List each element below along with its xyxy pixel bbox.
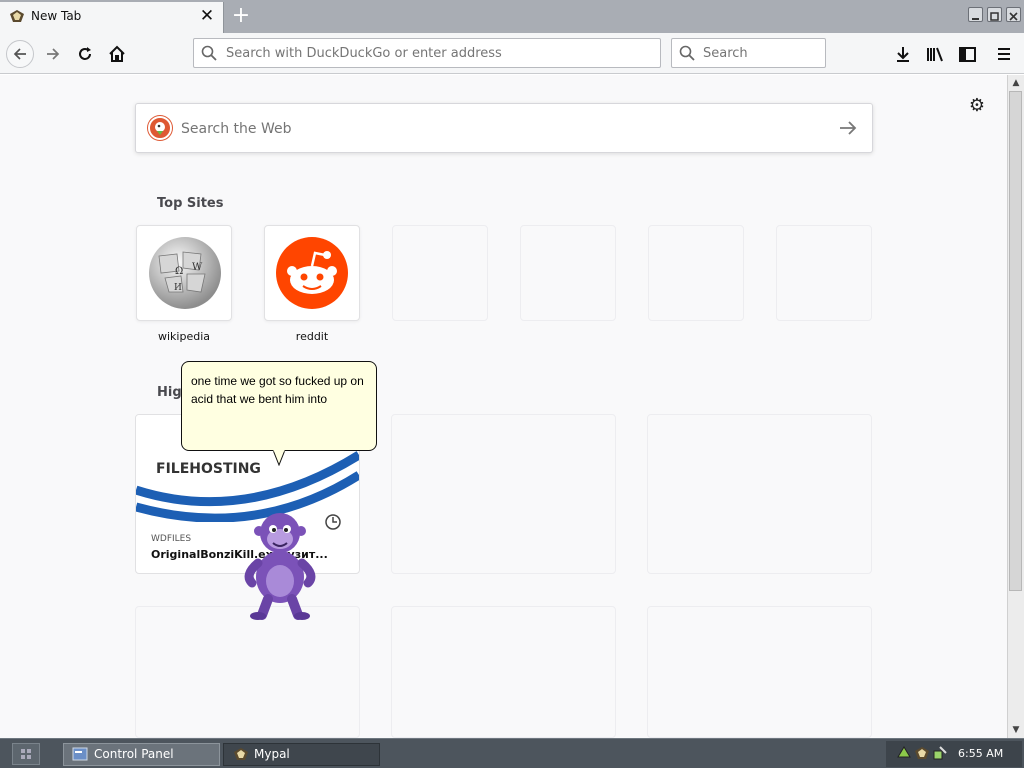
highlight-card-empty[interactable] [391, 606, 616, 738]
scroll-up-arrow-icon[interactable]: ▲ [1008, 75, 1024, 91]
top-site-empty[interactable] [392, 225, 488, 321]
tray-app-icon[interactable] [896, 745, 912, 761]
close-icon [1009, 12, 1018, 21]
svg-text:И: И [174, 283, 182, 293]
library-button[interactable] [921, 40, 949, 68]
reddit-alien-icon [276, 237, 348, 309]
sidebar-button[interactable] [953, 40, 981, 68]
sidebar-icon [958, 46, 976, 62]
download-icon [897, 47, 909, 62]
top-site-reddit[interactable] [264, 225, 360, 321]
downloads-button[interactable] [889, 40, 917, 68]
top-sites-heading: Top Sites [157, 196, 224, 211]
control-panel-icon [72, 747, 88, 761]
start-button[interactable] [12, 743, 40, 765]
scroll-down-arrow-icon[interactable]: ▼ [1008, 722, 1024, 738]
taskbar-item-label: Control Panel [94, 747, 174, 761]
start-grid-icon [21, 749, 31, 759]
top-site-empty[interactable] [648, 225, 744, 321]
window-maximize-button[interactable] [987, 7, 1002, 22]
taskbar-item-label: Mypal [254, 747, 290, 761]
taskbar-clock: 6:55 AM [958, 747, 1004, 760]
tab-title: New Tab [31, 9, 82, 23]
highlight-card-empty[interactable] [647, 606, 872, 738]
window-minimize-button[interactable] [968, 7, 983, 22]
web-search-input[interactable] [181, 119, 801, 139]
wikipedia-globe-icon: Ω W И [149, 237, 221, 309]
top-site-empty[interactable] [520, 225, 616, 321]
home-icon [109, 45, 125, 62]
menu-button[interactable] [991, 40, 1017, 68]
highlight-card-empty[interactable] [135, 606, 360, 738]
hamburger-menu-icon [998, 48, 1010, 60]
scrollbar-thumb[interactable] [1009, 91, 1022, 591]
settings-gear-icon[interactable]: ⚙ [966, 95, 988, 117]
reload-icon [79, 47, 91, 60]
top-site-label: reddit [295, 330, 329, 343]
history-clock-icon [322, 511, 344, 533]
top-site-wikipedia[interactable]: Ω W И [136, 225, 232, 321]
minimize-icon [972, 18, 979, 20]
highlight-card-empty[interactable] [647, 414, 872, 574]
arrow-right-icon[interactable] [836, 116, 860, 140]
home-button[interactable] [103, 40, 131, 68]
forward-button[interactable] [39, 40, 67, 68]
top-site-empty[interactable] [776, 225, 872, 321]
back-button[interactable] [6, 40, 34, 68]
reload-button[interactable] [71, 40, 99, 68]
duckduckgo-logo-icon [148, 116, 172, 140]
window-close-button[interactable] [1006, 7, 1021, 22]
svg-text:W: W [192, 262, 203, 273]
bonzi-buddy-gorilla-icon[interactable] [238, 505, 322, 621]
search-input[interactable] [703, 43, 818, 63]
tray-network-icon[interactable] [932, 745, 948, 761]
speech-bubble-tail [272, 450, 286, 466]
highlight-source: WDFILES [151, 534, 192, 544]
mypal-favicon-icon [10, 10, 24, 22]
tab-close-icon[interactable]: ✕ [198, 6, 216, 26]
arrow-left-icon [13, 48, 26, 60]
tray-mypal-icon[interactable] [914, 745, 930, 761]
search-icon[interactable] [679, 45, 695, 61]
top-site-label: wikipedia [157, 330, 210, 343]
url-input[interactable] [226, 43, 646, 63]
library-icon [927, 47, 943, 62]
svg-text:Ω: Ω [175, 266, 183, 277]
duck-icon [155, 122, 165, 135]
highlight-card-empty[interactable] [391, 414, 616, 574]
mypal-icon [234, 748, 248, 760]
new-tab-button[interactable]: + [229, 4, 253, 28]
maximize-icon [990, 12, 999, 21]
search-icon [201, 45, 217, 61]
thumbnail-text: FILEHOSTING [156, 461, 261, 477]
speech-bubble-text: one time we got so fucked up on acid tha… [191, 374, 364, 406]
arrow-right-icon [47, 48, 60, 60]
